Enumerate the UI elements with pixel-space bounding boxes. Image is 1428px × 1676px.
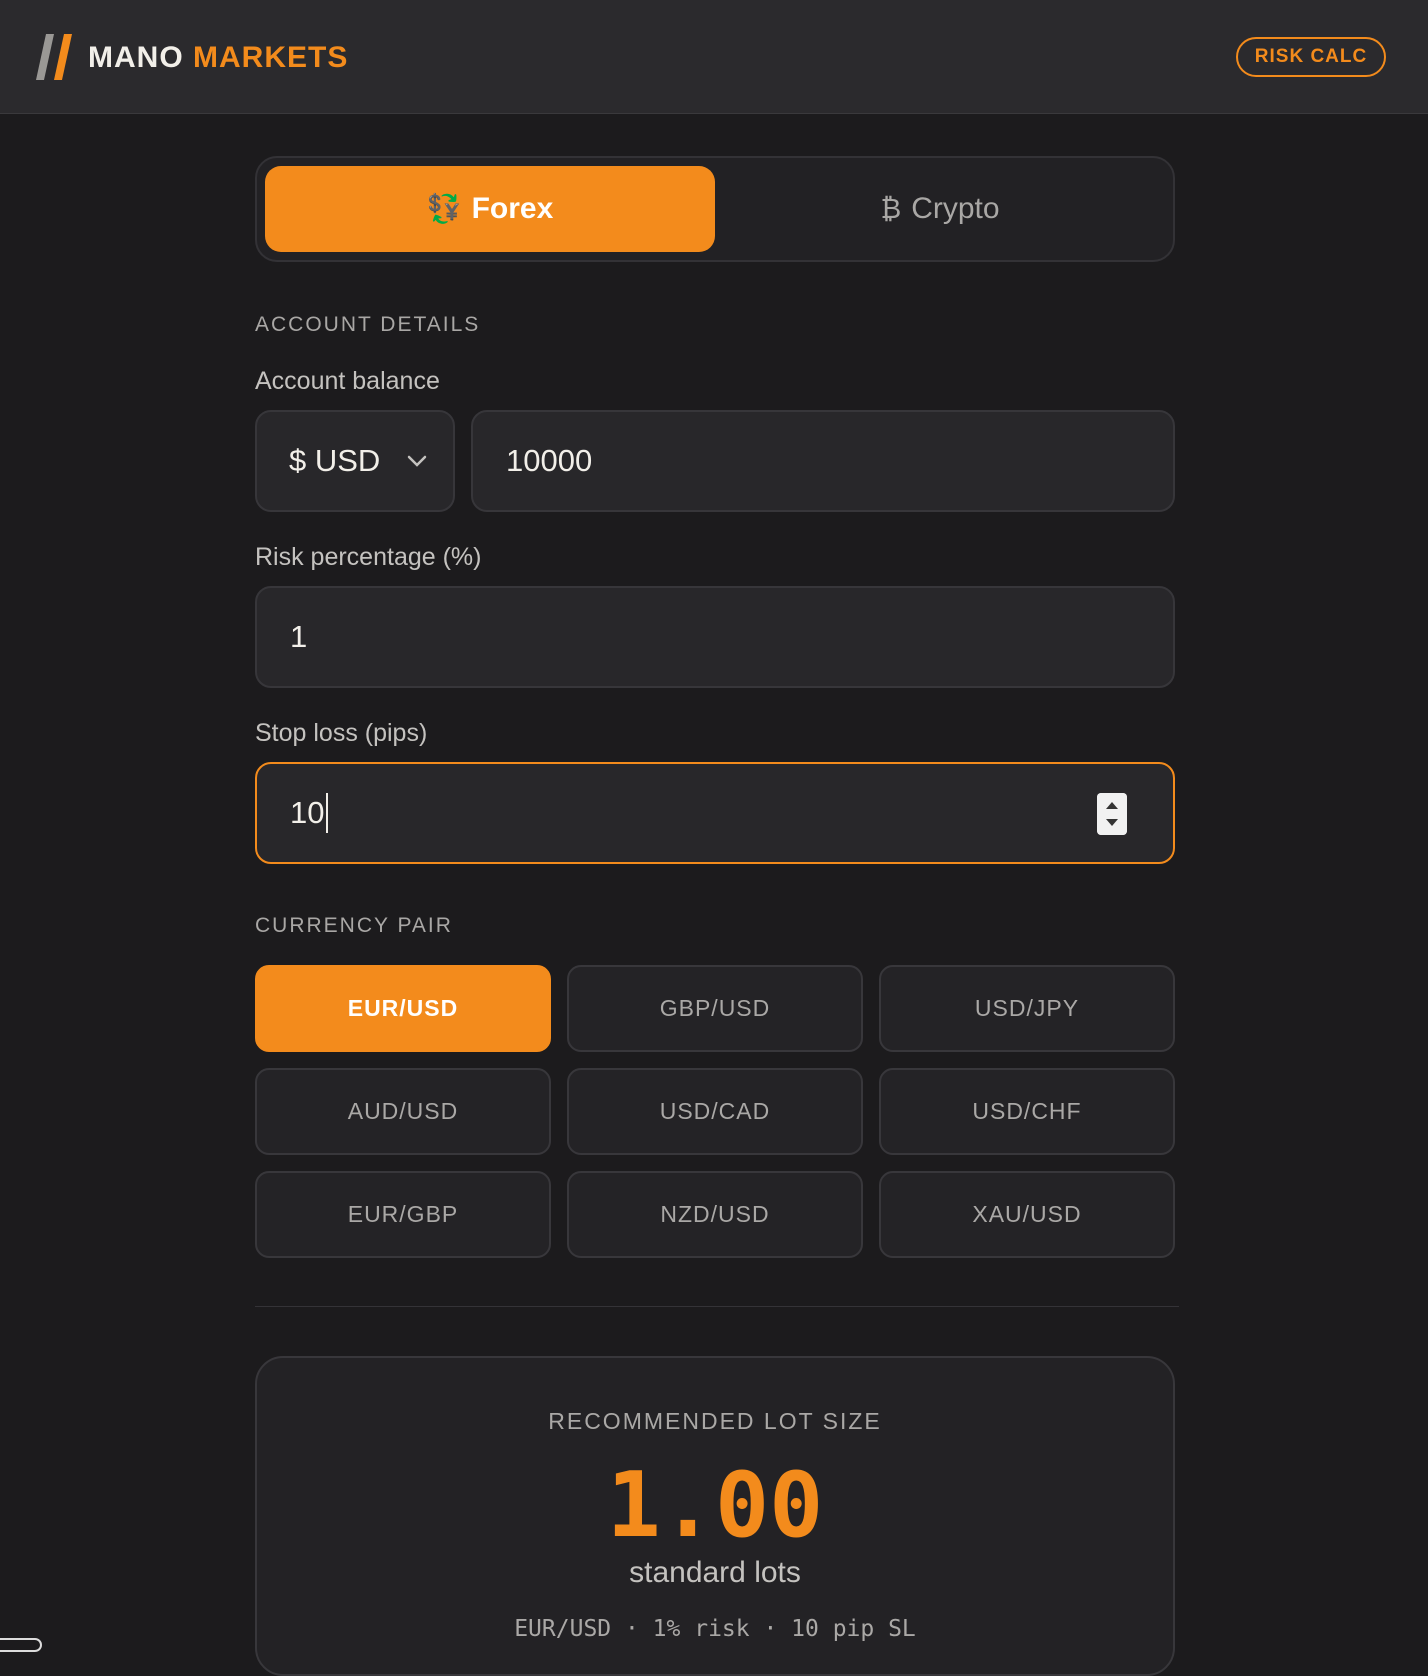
text-cursor	[326, 793, 329, 833]
currency-select[interactable]: $ USD	[255, 410, 455, 512]
pair-aud-usd[interactable]: AUD/USD	[255, 1068, 551, 1155]
risk-percentage-label: Risk percentage (%)	[255, 543, 482, 571]
brand-word-mano: MANO	[88, 41, 184, 74]
account-balance-value: 10000	[506, 443, 593, 478]
currency-select-value: $ USD	[289, 443, 381, 478]
pair-nzd-usd[interactable]: NZD/USD	[567, 1171, 863, 1258]
account-balance-label: Account balance	[255, 367, 440, 395]
stop-loss-input[interactable]: 10	[255, 762, 1175, 864]
pair-eur-gbp[interactable]: EUR/GBP	[255, 1171, 551, 1258]
tab-forex[interactable]: 💱 Forex	[265, 166, 715, 252]
brand-word-markets: MARKETS	[193, 41, 349, 74]
number-stepper-icon[interactable]	[1097, 793, 1127, 835]
currency-pair-heading: CURRENCY PAIR	[255, 914, 453, 937]
lot-size-value: 1.00	[606, 1453, 824, 1558]
tab-forex-label: Forex	[471, 192, 554, 225]
tab-crypto-label: Crypto	[911, 192, 1000, 225]
chevron-down-icon	[407, 455, 427, 467]
stop-loss-label: Stop loss (pips)	[255, 719, 428, 747]
result-label: RECOMMENDED LOT SIZE	[548, 1408, 882, 1434]
risk-percentage-value: 1	[290, 619, 308, 654]
result-card: RECOMMENDED LOT SIZE 1.00 standard lots …	[255, 1356, 1175, 1676]
brand-name: MANO MARKETS	[88, 38, 348, 78]
section-divider	[255, 1306, 1179, 1307]
bitcoin-icon: ₿	[880, 193, 902, 224]
risk-percentage-input[interactable]: 1	[255, 586, 1175, 688]
market-tabs: 💱 Forex ₿ Crypto	[255, 156, 1175, 262]
pair-eur-usd[interactable]: EUR/USD	[255, 965, 551, 1052]
lot-size-summary: EUR/USD · 1% risk · 10 pip SL	[514, 1616, 916, 1642]
tab-crypto[interactable]: ₿ Crypto	[715, 166, 1165, 252]
account-details-heading: ACCOUNT DETAILS	[255, 313, 481, 336]
pair-xau-usd[interactable]: XAU/USD	[879, 1171, 1175, 1258]
scroll-handle[interactable]	[0, 1638, 42, 1652]
risk-calc-button[interactable]: RISK CALC	[1236, 37, 1386, 77]
pair-usd-jpy[interactable]: USD/JPY	[879, 965, 1175, 1052]
lot-size-unit: standard lots	[629, 1556, 801, 1589]
account-balance-input[interactable]: 10000	[471, 410, 1175, 512]
stop-loss-value: 10	[290, 795, 325, 830]
top-bar: MANO MARKETS RISK CALC	[0, 0, 1428, 114]
pair-usd-chf[interactable]: USD/CHF	[879, 1068, 1175, 1155]
logo-icon	[36, 34, 72, 80]
currency-exchange-icon: 💱	[426, 193, 462, 224]
pair-usd-cad[interactable]: USD/CAD	[567, 1068, 863, 1155]
pair-gbp-usd[interactable]: GBP/USD	[567, 965, 863, 1052]
